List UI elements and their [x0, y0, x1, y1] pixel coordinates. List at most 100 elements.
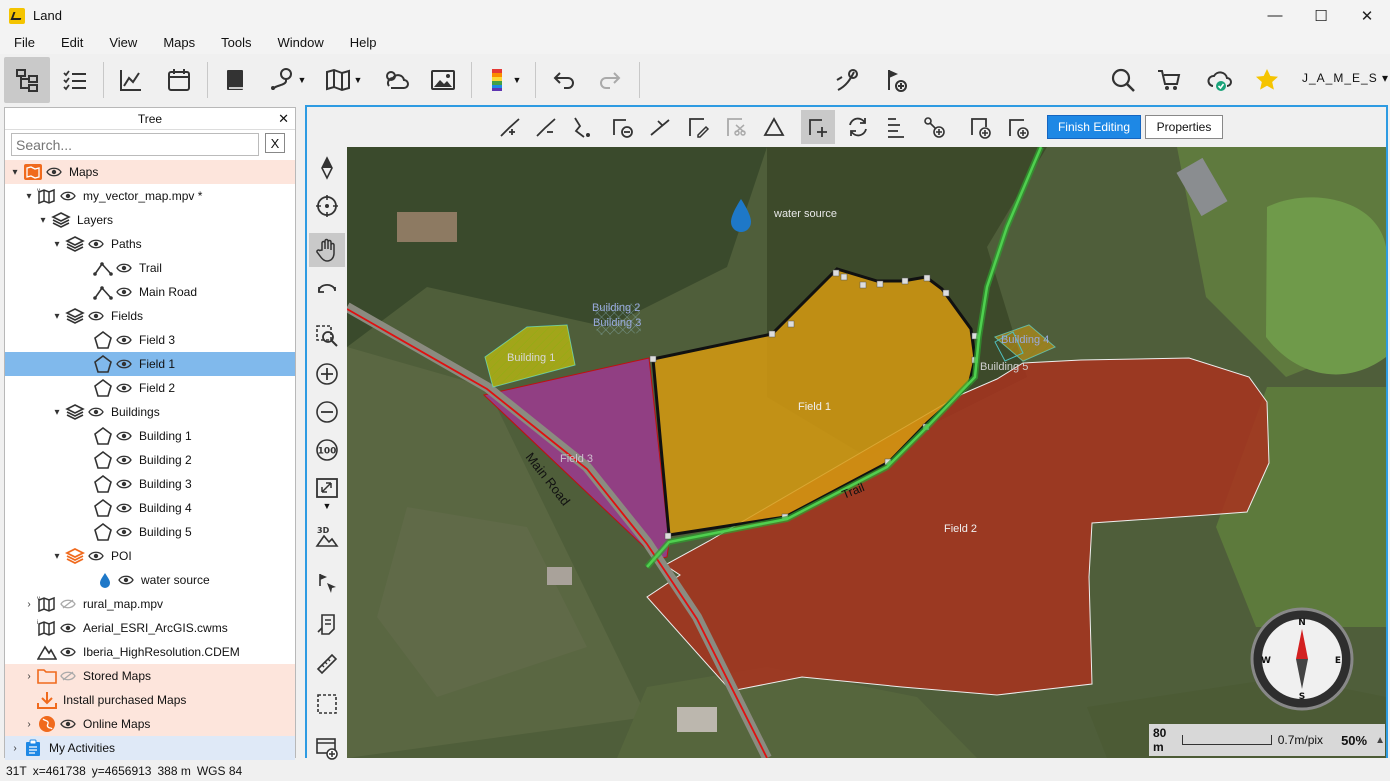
menu-window[interactable]: Window: [259, 35, 331, 50]
expand-arrow-icon[interactable]: ▾: [51, 551, 63, 562]
image-button[interactable]: [420, 57, 466, 103]
add-vertex-button[interactable]: [493, 110, 527, 144]
tree-item-my-vector-map[interactable]: ▾ v my_vector_map.mpv *: [5, 184, 295, 208]
visibility-eye-icon[interactable]: [45, 165, 63, 179]
visibility-eye-icon[interactable]: [115, 429, 133, 443]
visibility-eye-icon[interactable]: [87, 549, 105, 563]
tree-item-field-1[interactable]: Field 1: [5, 352, 295, 376]
tree-item-online-maps[interactable]: › Online Maps: [5, 712, 295, 736]
add-waypoint-button[interactable]: [872, 57, 918, 103]
tree-item-install-purchased[interactable]: Install purchased Maps: [5, 688, 295, 712]
selection-box-button[interactable]: [309, 687, 345, 721]
route-button[interactable]: ▼: [262, 57, 312, 103]
expand-arrow-icon[interactable]: ▾: [9, 167, 21, 178]
expand-arrow-icon[interactable]: ›: [23, 719, 35, 730]
edit-corner-button[interactable]: [681, 110, 715, 144]
visibility-eye-icon[interactable]: [115, 381, 133, 395]
tree-item-building-3[interactable]: Building 3: [5, 472, 295, 496]
visibility-eye-icon[interactable]: [87, 237, 105, 251]
color-palette-button[interactable]: ▼: [476, 57, 528, 103]
tree-item-building-4[interactable]: Building 4: [5, 496, 295, 520]
zoom-out-button[interactable]: [309, 395, 345, 429]
triangle-button[interactable]: [757, 110, 791, 144]
store-button[interactable]: [1146, 57, 1192, 103]
visibility-eye-icon[interactable]: [115, 453, 133, 467]
menu-file[interactable]: File: [0, 35, 43, 50]
add-node-button[interactable]: [917, 110, 951, 144]
tree-item-rural-map[interactable]: › v rural_map.mpv: [5, 592, 295, 616]
tree-item-poi[interactable]: ▾ POI: [5, 544, 295, 568]
corner-minus-button[interactable]: [605, 110, 639, 144]
book-button[interactable]: [212, 57, 258, 103]
tree-item-stored-maps[interactable]: › Stored Maps: [5, 664, 295, 688]
map-canvas[interactable]: water source Building 1 Building 2 Build…: [347, 147, 1386, 758]
tree-item-building-2[interactable]: Building 2: [5, 448, 295, 472]
menu-help[interactable]: Help: [332, 35, 385, 50]
compass[interactable]: N S E W: [1250, 607, 1354, 711]
draw-path-button[interactable]: [565, 110, 599, 144]
tree-search-input[interactable]: [11, 133, 259, 156]
visibility-eye-icon[interactable]: [87, 405, 105, 419]
split-line-button[interactable]: [643, 110, 677, 144]
tree-item-layers[interactable]: ▾ Layers: [5, 208, 295, 232]
3d-view-button[interactable]: 3D: [309, 519, 345, 553]
visibility-eye-icon[interactable]: [115, 357, 133, 371]
select-waypoint-button[interactable]: [309, 567, 345, 601]
weather-button[interactable]: [372, 57, 418, 103]
visibility-eye-icon[interactable]: [59, 669, 77, 683]
cut-corner-button[interactable]: [719, 110, 753, 144]
search-clear-button[interactable]: X: [265, 133, 285, 153]
expand-arrow-icon[interactable]: ▾: [37, 215, 49, 226]
visibility-eye-icon[interactable]: [59, 597, 77, 611]
zoom-100-button[interactable]: 100: [309, 433, 345, 467]
add-line-button[interactable]: [1001, 110, 1035, 144]
visibility-eye-icon[interactable]: [115, 501, 133, 515]
tree-item-main-road[interactable]: Main Road: [5, 280, 295, 304]
expand-arrow-icon[interactable]: ▾: [51, 311, 63, 322]
remove-vertex-button[interactable]: [529, 110, 563, 144]
maximize-button[interactable]: ☐: [1298, 0, 1344, 31]
minimize-button[interactable]: —: [1252, 0, 1298, 31]
visibility-eye-icon[interactable]: [115, 477, 133, 491]
tree-item-field-2[interactable]: Field 2: [5, 376, 295, 400]
measure-button[interactable]: [309, 647, 345, 681]
zoom-area-button[interactable]: [309, 319, 345, 353]
profile-chart-button[interactable]: [108, 57, 154, 103]
checklist-button[interactable]: [52, 57, 98, 103]
tree-item-maps[interactable]: ▾ Maps: [5, 160, 295, 184]
user-menu[interactable]: J_A_M_E_S ▾: [1302, 71, 1389, 85]
rotate-map-button[interactable]: [309, 273, 345, 307]
tree-item-field-3[interactable]: Field 3: [5, 328, 295, 352]
zoom-caret[interactable]: ▲: [1375, 735, 1385, 746]
undo-button[interactable]: [540, 57, 586, 103]
tree-item-aerial-esri[interactable]: i Aerial_ESRI_ArcGIS.cwms: [5, 616, 295, 640]
visibility-eye-icon[interactable]: [87, 309, 105, 323]
track-tools-button[interactable]: [824, 57, 870, 103]
tree-item-paths[interactable]: ▾ Paths: [5, 232, 295, 256]
tree-item-building-1[interactable]: Building 1: [5, 424, 295, 448]
tree-view-button[interactable]: [4, 57, 50, 103]
favorites-button[interactable]: [1244, 57, 1290, 103]
notes-button[interactable]: [309, 607, 345, 641]
north-up-button[interactable]: [309, 151, 345, 185]
move-vertex-button[interactable]: [801, 110, 835, 144]
finish-editing-button[interactable]: Finish Editing: [1047, 115, 1141, 139]
visibility-eye-icon[interactable]: [59, 645, 77, 659]
tree-item-trail[interactable]: Trail: [5, 256, 295, 280]
visibility-eye-icon[interactable]: [59, 621, 77, 635]
close-button[interactable]: ✕: [1344, 0, 1390, 31]
menu-tools[interactable]: Tools: [203, 35, 259, 50]
visibility-eye-icon[interactable]: [117, 573, 135, 587]
tree-item-fields[interactable]: ▾ Fields: [5, 304, 295, 328]
zoom-in-button[interactable]: [309, 357, 345, 391]
search-button[interactable]: [1100, 57, 1146, 103]
center-position-button[interactable]: [309, 189, 345, 223]
properties-button[interactable]: Properties: [1145, 115, 1223, 139]
add-area-button[interactable]: [963, 110, 997, 144]
visibility-eye-icon[interactable]: [115, 525, 133, 539]
map-svg[interactable]: water source Building 1 Building 2 Build…: [347, 147, 1386, 758]
tree-item-my-activities[interactable]: › My Activities: [5, 736, 295, 760]
visibility-eye-icon[interactable]: [59, 189, 77, 203]
visibility-eye-icon[interactable]: [115, 261, 133, 275]
expand-arrow-icon[interactable]: ›: [23, 671, 35, 682]
